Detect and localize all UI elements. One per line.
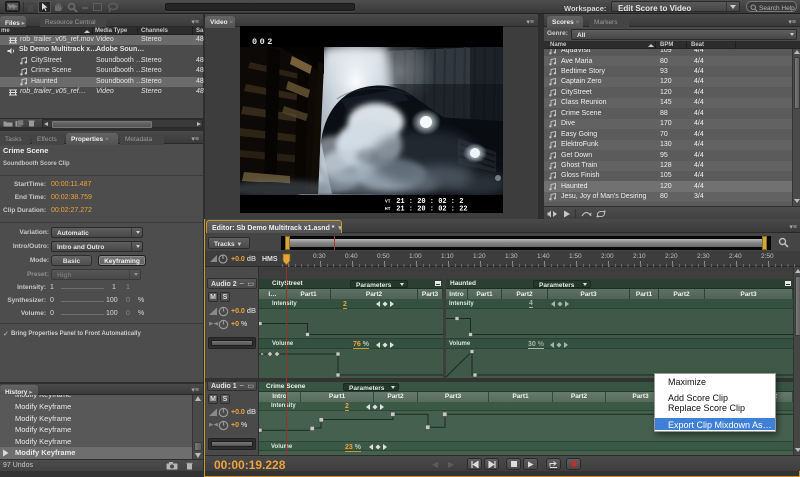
svg-text:002: 002 (252, 37, 275, 47)
svg-text:VT: VT (385, 199, 391, 205)
svg-text:21 : 20 : 02 : 22: 21 : 20 : 02 : 22 (392, 206, 468, 214)
svg-text:HT: HT (385, 206, 391, 212)
